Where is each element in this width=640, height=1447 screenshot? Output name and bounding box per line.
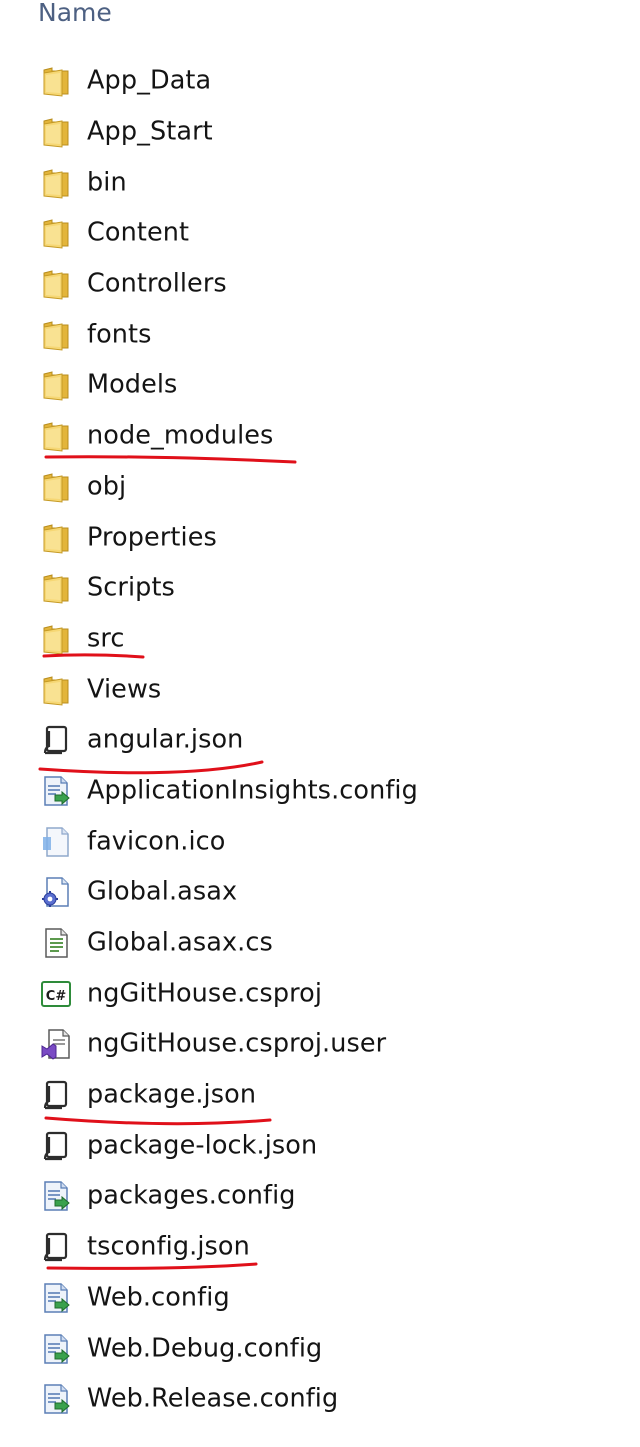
item-label: obj — [87, 471, 127, 502]
file-item[interactable]: Web.Debug.config — [0, 1323, 640, 1374]
item-label: Global.asax.cs — [87, 927, 273, 958]
item-label: Content — [87, 217, 190, 248]
folder-icon — [38, 570, 74, 606]
folder-item[interactable]: Views — [0, 664, 640, 715]
file-item[interactable]: Global.asax — [0, 867, 640, 918]
folder-icon — [38, 317, 74, 353]
text-file-icon — [38, 925, 74, 961]
folder-item[interactable]: src — [0, 614, 640, 665]
config-file-icon — [38, 1178, 74, 1214]
item-label: Models — [87, 369, 178, 400]
config-file-icon — [38, 1331, 74, 1367]
folder-icon — [38, 63, 74, 99]
folder-item[interactable]: App_Data — [0, 56, 640, 107]
item-label: bin — [87, 167, 127, 198]
item-label: Properties — [87, 521, 217, 552]
item-label: Global.asax — [87, 876, 238, 907]
item-label: Views — [87, 673, 162, 704]
file-item[interactable]: packages.config — [0, 1171, 640, 1222]
folder-item[interactable]: App_Start — [0, 107, 640, 158]
folder-item[interactable]: obj — [0, 462, 640, 513]
file-item[interactable]: ApplicationInsights.config — [0, 766, 640, 817]
image-file-icon — [38, 824, 74, 860]
asax-file-icon — [38, 874, 74, 910]
file-item[interactable]: Web.Release.config — [0, 1374, 640, 1425]
item-label: src — [87, 623, 125, 654]
item-label: ApplicationInsights.config — [87, 775, 418, 806]
item-label: angular.json — [87, 724, 244, 755]
file-list: App_Data App_Start bin Content Controlle… — [0, 56, 640, 1425]
folder-icon — [38, 621, 74, 657]
file-item[interactable]: Global.asax.cs — [0, 918, 640, 969]
item-label: node_modules — [87, 420, 274, 451]
file-item[interactable]: favicon.ico — [0, 816, 640, 867]
item-label: ngGitHouse.csproj.user — [87, 1028, 387, 1059]
file-item[interactable]: package.json — [0, 1070, 640, 1121]
config-file-icon — [38, 1280, 74, 1316]
item-label: Web.Debug.config — [87, 1332, 323, 1363]
folder-item[interactable]: fonts — [0, 309, 640, 360]
folder-item[interactable]: Content — [0, 208, 640, 259]
svg-text:C#: C# — [46, 989, 67, 1004]
folder-icon — [38, 418, 74, 454]
visual-studio-file-icon — [38, 1026, 74, 1062]
item-label: fonts — [87, 319, 152, 350]
folder-icon — [38, 520, 74, 556]
folder-icon — [38, 672, 74, 708]
item-label: Web.Release.config — [87, 1383, 339, 1414]
folder-item[interactable]: Controllers — [0, 259, 640, 310]
file-item[interactable]: C# ngGitHouse.csproj — [0, 968, 640, 1019]
config-file-icon — [38, 773, 74, 809]
file-item[interactable]: ngGitHouse.csproj.user — [0, 1019, 640, 1070]
json-file-icon — [38, 1128, 74, 1164]
folder-icon — [38, 215, 74, 251]
file-item[interactable]: tsconfig.json — [0, 1222, 640, 1273]
json-file-icon — [38, 1077, 74, 1113]
item-label: Web.config — [87, 1282, 230, 1313]
item-label: ngGitHouse.csproj — [87, 978, 323, 1009]
item-label: packages.config — [87, 1180, 296, 1211]
csharp-project-icon: C# — [38, 976, 74, 1012]
file-item[interactable]: Web.config — [0, 1273, 640, 1324]
json-file-icon — [38, 722, 74, 758]
folder-icon — [38, 266, 74, 302]
folder-icon — [38, 114, 74, 150]
name-column-header[interactable]: Name — [38, 0, 112, 32]
folder-item[interactable]: Properties — [0, 512, 640, 563]
folder-item[interactable]: node_modules — [0, 411, 640, 462]
folder-icon — [38, 469, 74, 505]
file-item[interactable]: angular.json — [0, 715, 640, 766]
item-label: favicon.ico — [87, 826, 226, 857]
folder-item[interactable]: Models — [0, 360, 640, 411]
folder-icon — [38, 367, 74, 403]
item-label: package-lock.json — [87, 1130, 318, 1161]
config-file-icon — [38, 1381, 74, 1417]
item-label: App_Start — [87, 116, 213, 147]
json-file-icon — [38, 1229, 74, 1265]
folder-item[interactable]: bin — [0, 157, 640, 208]
folder-item[interactable]: Scripts — [0, 563, 640, 614]
item-label: tsconfig.json — [87, 1231, 250, 1262]
item-label: App_Data — [87, 65, 212, 96]
file-item[interactable]: package-lock.json — [0, 1120, 640, 1171]
item-label: package.json — [87, 1079, 257, 1110]
item-label: Scripts — [87, 572, 175, 603]
folder-icon — [38, 165, 74, 201]
item-label: Controllers — [87, 268, 227, 299]
